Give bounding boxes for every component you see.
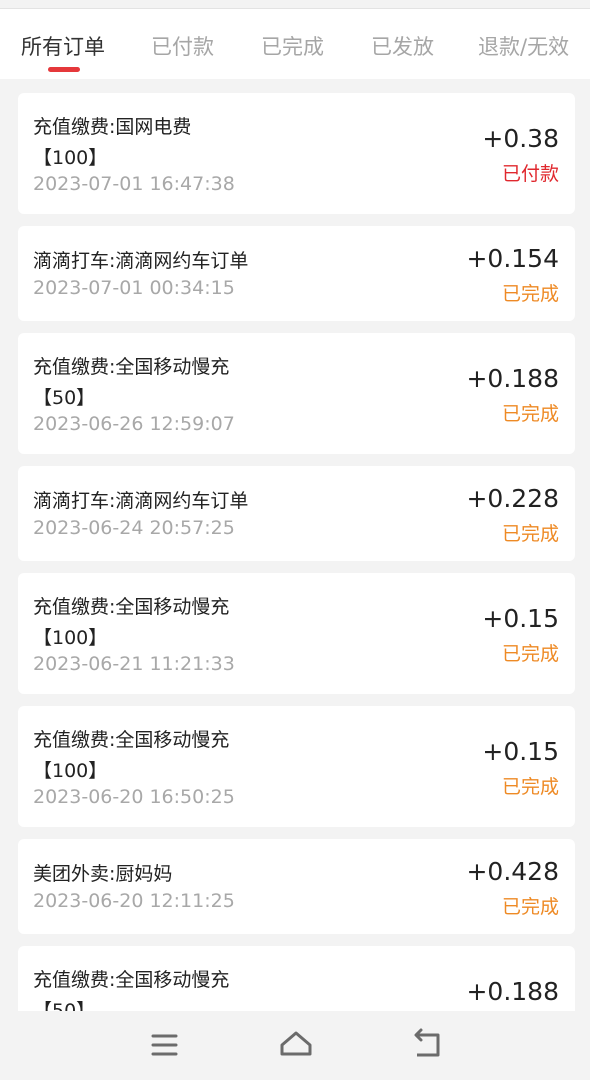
order-spec: 【100】 [33,627,108,649]
order-title: 滴滴打车:滴滴网约车订单 [33,250,249,272]
order-time: 2023-07-01 00:34:15 [33,277,235,299]
order-card[interactable]: 充值缴费:全国移动慢充 【50】 2023-06-26 12:59:07 +0.… [18,333,575,454]
order-amount: +0.38 [482,124,559,153]
order-amount: +0.15 [482,604,559,633]
tab-all-orders[interactable]: 所有订单 [21,31,105,61]
order-status: 已完成 [501,523,559,545]
order-time: 2023-06-24 20:57:25 [33,517,235,539]
tab-completed[interactable]: 已完成 [261,31,324,61]
order-title: 充值缴费:全国移动慢充 [33,969,230,991]
order-status: 已完成 [501,403,559,425]
order-title: 充值缴费:全国移动慢充 [33,729,230,751]
order-amount: +0.188 [466,977,559,1006]
order-list[interactable]: 充值缴费:国网电费 【100】 2023-07-01 16:47:38 +0.3… [0,79,590,1011]
order-card[interactable]: 充值缴费:国网电费 【100】 2023-07-01 16:47:38 +0.3… [18,93,575,214]
order-spec: 【100】 [33,760,108,782]
order-time: 2023-06-21 11:21:33 [33,653,235,675]
order-card[interactable]: 充值缴费:全国移动慢充 【100】 2023-06-20 16:50:25 +0… [18,706,575,827]
order-spec: 【50】 [33,387,96,409]
back-icon[interactable] [408,1025,448,1065]
order-title: 滴滴打车:滴滴网约车订单 [33,490,249,512]
order-title: 充值缴费:全国移动慢充 [33,596,230,618]
active-tab-indicator [48,67,80,72]
order-amount: +0.228 [466,484,559,513]
order-title: 美团外卖:厨妈妈 [33,863,173,885]
order-card[interactable]: 滴滴打车:滴滴网约车订单 2023-06-24 20:57:25 +0.228 … [18,466,575,561]
system-navigation-bar [0,1011,590,1080]
order-title: 充值缴费:国网电费 [33,116,192,138]
order-tabs: 所有订单 已付款 已完成 已发放 退款/无效 [0,9,590,79]
order-card[interactable]: 充值缴费:全国移动慢充 【100】 2023-06-21 11:21:33 +0… [18,573,575,694]
order-amount: +0.154 [466,244,559,273]
order-time: 2023-06-20 12:11:25 [33,890,235,912]
order-status: 已完成 [501,283,559,305]
order-title: 充值缴费:全国移动慢充 [33,356,230,378]
order-status: 已完成 [501,776,559,798]
tab-refund-invalid[interactable]: 退款/无效 [478,31,569,61]
order-spec: 【50】 [33,1000,96,1011]
order-card[interactable]: 美团外卖:厨妈妈 2023-06-20 12:11:25 +0.428 已完成 [18,839,575,934]
home-icon[interactable] [276,1025,316,1065]
order-time: 2023-06-26 12:59:07 [33,413,235,435]
order-time: 2023-07-01 16:47:38 [33,173,235,195]
order-status: 已完成 [501,643,559,665]
order-time: 2023-06-20 16:50:25 [33,786,235,808]
order-amount: +0.188 [466,364,559,393]
tab-paid[interactable]: 已付款 [151,31,214,61]
status-strip [0,0,590,9]
order-card[interactable]: 滴滴打车:滴滴网约车订单 2023-07-01 00:34:15 +0.154 … [18,226,575,321]
order-amount: +0.15 [482,737,559,766]
order-card[interactable]: 充值缴费:全国移动慢充 【50】 +0.188 [18,946,575,1011]
order-spec: 【100】 [33,147,108,169]
menu-icon[interactable] [145,1025,185,1065]
order-status: 已完成 [501,896,559,918]
tab-issued[interactable]: 已发放 [371,31,434,61]
order-status: 已付款 [501,163,559,185]
order-amount: +0.428 [466,857,559,886]
